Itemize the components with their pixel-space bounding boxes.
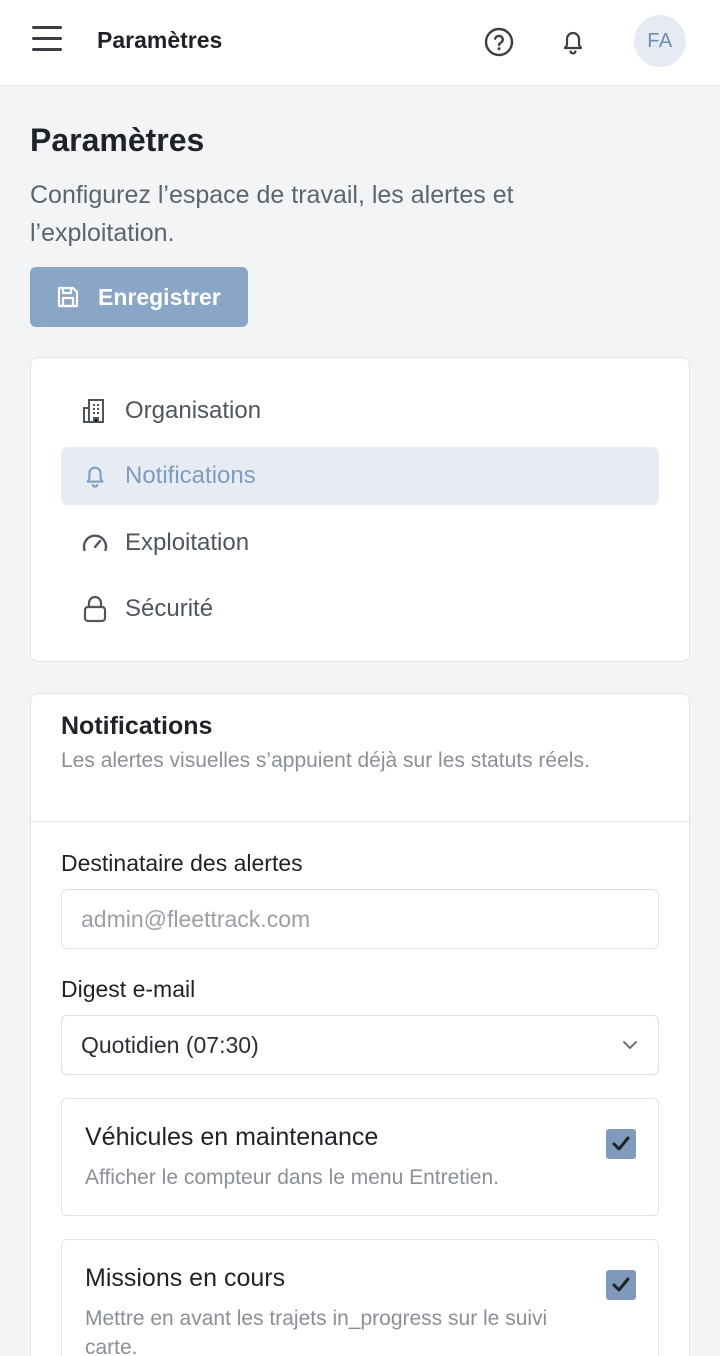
building-icon (79, 395, 111, 427)
digest-selected-value: Quotidien (07:30) (81, 1031, 259, 1058)
help-icon[interactable] (482, 25, 516, 59)
missions-checkbox[interactable] (606, 1270, 636, 1300)
save-icon (54, 283, 82, 311)
save-button[interactable]: Enregistrer (30, 267, 248, 327)
digest-select[interactable]: Quotidien (07:30) (61, 1015, 659, 1075)
recipient-email-input[interactable]: admin@fleettrack.com (61, 889, 659, 949)
top-bar: Paramètres FA (0, 0, 720, 86)
section-title: Notifications (61, 712, 213, 740)
option-title: Missions en cours (85, 1264, 286, 1292)
digest-label: Digest e-mail (61, 976, 196, 1002)
checkmark-icon (612, 1136, 630, 1151)
option-maintenance: Véhicules en maintenance Afficher le com… (61, 1098, 659, 1216)
topbar-title: Paramètres (97, 27, 223, 53)
divider (31, 821, 689, 822)
option-description: Afficher le compteur dans le menu Entret… (85, 1166, 500, 1189)
notifications-bell-icon[interactable] (556, 25, 590, 59)
section-description: Les alertes visuelles s’appuient déjà su… (61, 749, 590, 772)
avatar[interactable]: FA (634, 15, 686, 67)
gauge-icon (79, 527, 111, 559)
settings-nav: Organisation Notifications Exploitation … (30, 357, 690, 662)
page-description: Configurez l’espace de travail, les aler… (30, 181, 514, 247)
nav-item-label: Sécurité (125, 595, 214, 622)
option-missions: Missions en cours Mettre en avant les tr… (61, 1239, 659, 1356)
notifications-panel: Notifications Les alertes visuelles s’ap… (30, 693, 690, 1356)
nav-item-label: Exploitation (125, 529, 250, 556)
nav-item-organisation[interactable]: Organisation (61, 382, 659, 440)
nav-item-label: Notifications (125, 462, 256, 489)
recipient-label: Destinataire des alertes (61, 850, 303, 876)
checkmark-icon (612, 1277, 630, 1292)
option-title: Véhicules en maintenance (85, 1123, 379, 1151)
nav-item-exploitation[interactable]: Exploitation (61, 514, 659, 572)
maintenance-checkbox[interactable] (606, 1129, 636, 1159)
lock-icon (79, 593, 111, 625)
option-description: Mettre en avant les trajets in_progress … (85, 1307, 548, 1356)
save-button-label: Enregistrer (98, 283, 221, 310)
page-title: Paramètres (30, 122, 205, 158)
nav-item-label: Organisation (125, 397, 262, 424)
nav-item-notifications[interactable]: Notifications (61, 447, 659, 505)
bell-icon (79, 460, 111, 492)
nav-item-securite[interactable]: Sécurité (61, 580, 659, 638)
chevron-down-icon (620, 1035, 640, 1055)
menu-icon[interactable] (32, 26, 64, 56)
